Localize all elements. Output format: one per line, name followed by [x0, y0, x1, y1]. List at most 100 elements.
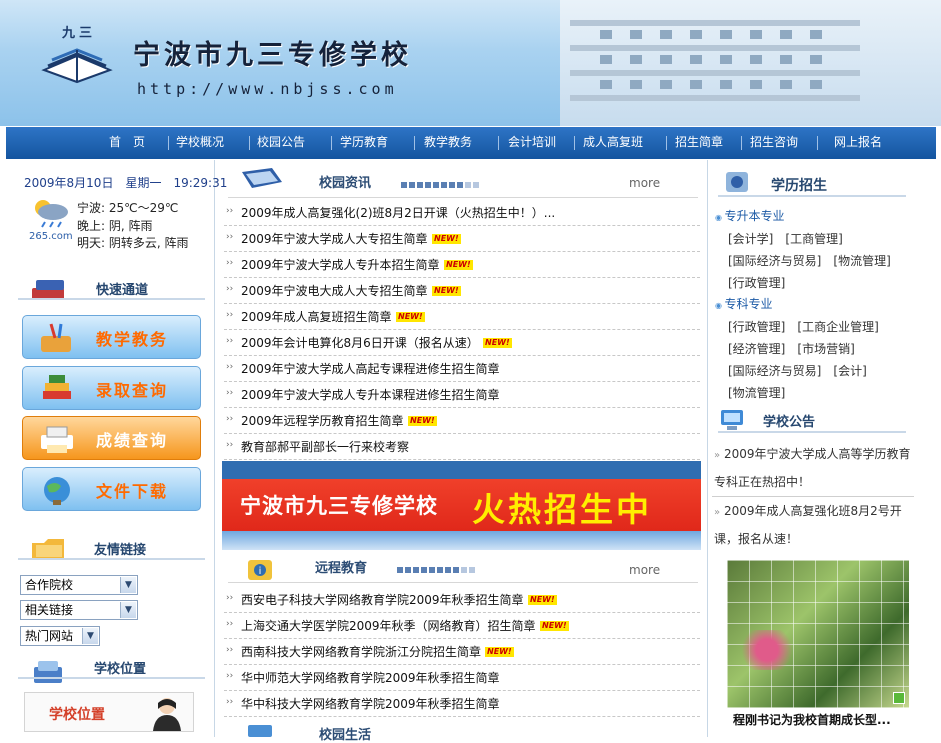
- quick-score-query-button[interactable]: 成绩查询: [22, 416, 201, 460]
- bullet-icon: ››: [226, 206, 234, 216]
- major-link-business[interactable]: [工商管理]: [785, 232, 842, 246]
- school-building-image: [560, 0, 941, 126]
- news-row[interactable]: ›› 2009年宁波大学成人高起专课程进修生招生简章: [224, 356, 700, 382]
- major-link-trade[interactable]: [国际经济与贸易]: [728, 254, 821, 268]
- quick-file-download-button[interactable]: 文件下载: [22, 467, 201, 511]
- school-location-label: 学校位置: [49, 707, 105, 723]
- major-link-economics[interactable]: [经济管理]: [728, 342, 785, 356]
- bullet-icon: ››: [226, 697, 234, 707]
- site-url[interactable]: http://www.nbjss.com: [137, 80, 398, 98]
- divider: [712, 496, 914, 497]
- news-link[interactable]: 2009年成人高复强化(2)班8月2日开课（火热招生中！）...: [241, 204, 555, 221]
- news-link[interactable]: 2009年宁波大学成人高起专课程进修生招生简章: [241, 360, 500, 377]
- news-link[interactable]: 2009年远程学历教育招生简章: [241, 412, 404, 429]
- admission-banner[interactable]: 宁波市九三专修学校 火热招生中: [222, 461, 701, 550]
- major-link-marketing[interactable]: [市场营销]: [797, 342, 854, 356]
- nav-online-register[interactable]: 网上报名: [834, 127, 882, 159]
- news-more-link[interactable]: more: [629, 176, 660, 190]
- popular-sites-value: 热门网站: [25, 629, 74, 643]
- school-location-title: 学校位置: [94, 662, 147, 677]
- news-link[interactable]: 2009年宁波大学成人专升本招生简章: [241, 256, 440, 273]
- divider: [18, 298, 205, 300]
- news-row[interactable]: ›› 2009年宁波大学成人大专招生简章 NEW!: [224, 226, 700, 252]
- campus-life-icon: [248, 725, 272, 737]
- major-link-trade-2[interactable]: [国际经济与贸易]: [728, 364, 821, 378]
- major-link-logistics-2[interactable]: [物流管理]: [728, 386, 785, 400]
- news-row[interactable]: ›› 2009年宁波电大成人大专招生简章 NEW!: [224, 278, 700, 304]
- partner-schools-select[interactable]: 合作院校 ▼: [20, 575, 138, 595]
- upgrade-major-category[interactable]: ◉ 专升本专业: [715, 207, 785, 224]
- new-badge: NEW!: [540, 621, 569, 631]
- nav-adult-review[interactable]: 成人高复班: [583, 127, 643, 159]
- news-link[interactable]: 2009年成人高复班招生简章: [241, 308, 392, 325]
- major-link-enterprise[interactable]: [工商企业管理]: [797, 320, 878, 334]
- news-row[interactable]: ›› 2009年宁波大学成人专升本招生简章 NEW!: [224, 252, 700, 278]
- major-link-administration-2[interactable]: [行政管理]: [728, 320, 785, 334]
- divider: [18, 677, 205, 679]
- news-row[interactable]: ›› 2009年会计电算化8月6日开课（报名从速） NEW!: [224, 330, 700, 356]
- news-link[interactable]: 2009年会计电算化8月6日开课（报名从速）: [241, 334, 479, 351]
- news-row[interactable]: ›› 上海交通大学医学院2009年秋季（网络教育）招生简章 NEW!: [224, 613, 700, 639]
- school-location-button[interactable]: 学校位置: [24, 692, 194, 732]
- news-link[interactable]: 上海交通大学医学院2009年秋季（网络教育）招生简章: [241, 617, 536, 634]
- new-badge: NEW!: [485, 647, 514, 657]
- notice-item[interactable]: » 2009年成人高复强化班8月2号开课，报名从速！: [714, 498, 912, 553]
- news-row[interactable]: ›› 西南科技大学网络教育学院浙江分院招生简章 NEW!: [224, 639, 700, 665]
- new-badge: NEW!: [528, 595, 557, 605]
- nav-teaching[interactable]: 教学教务: [424, 127, 472, 159]
- nav-accounting[interactable]: 会计培训: [508, 127, 556, 159]
- divider: [718, 195, 906, 197]
- nav-degree[interactable]: 学历教育: [340, 127, 388, 159]
- photo-caption[interactable]: 程刚书记为我校首期成长型...: [733, 711, 891, 728]
- partner-schools-value: 合作院校: [25, 578, 74, 592]
- news-link[interactable]: 西安电子科技大学网络教育学院2009年秋季招生简章: [241, 591, 524, 608]
- new-badge: NEW!: [396, 312, 425, 322]
- remote-more-link[interactable]: more: [629, 563, 660, 577]
- weather-brand[interactable]: 265.com: [29, 231, 73, 242]
- photo-pager-icon[interactable]: [893, 692, 905, 704]
- info-board-icon: i: [248, 560, 272, 580]
- chevron-down-icon[interactable]: ▼: [120, 602, 136, 618]
- nav-consult[interactable]: 招生咨询: [750, 127, 798, 159]
- bullet-icon: ››: [226, 232, 234, 242]
- upgrade-major-label: 专升本专业: [724, 209, 785, 223]
- nav-home[interactable]: 首 页: [109, 127, 145, 159]
- news-row[interactable]: ›› 2009年成人高复强化(2)班8月2日开课（火热招生中！）...: [224, 200, 700, 226]
- nav-admission-guide[interactable]: 招生简章: [675, 127, 723, 159]
- college-major-category[interactable]: ◉ 专科专业: [715, 295, 773, 312]
- news-link[interactable]: 2009年宁波大学成人大专招生简章: [241, 230, 428, 247]
- news-link[interactable]: 教育部郝平副部长一行来校考察: [241, 438, 409, 455]
- news-link[interactable]: 西南科技大学网络教育学院浙江分院招生简章: [241, 643, 481, 660]
- nav-about[interactable]: 学校概况: [176, 127, 224, 159]
- major-link-accounting-2[interactable]: [会计]: [833, 364, 866, 378]
- chevron-down-icon[interactable]: ▼: [120, 577, 136, 593]
- news-row[interactable]: ›› 2009年宁波大学成人专升本课程进修生招生简章: [224, 382, 700, 408]
- receptionist-avatar: [153, 698, 181, 731]
- news-row[interactable]: ›› 华中师范大学网络教育学院2009年秋季招生简章: [224, 665, 700, 691]
- news-row[interactable]: ›› 西安电子科技大学网络教育学院2009年秋季招生简章 NEW!: [224, 587, 700, 613]
- popular-sites-select[interactable]: 热门网站 ▼: [20, 626, 100, 646]
- news-link[interactable]: 华中师范大学网络教育学院2009年秋季招生简章: [241, 669, 500, 686]
- news-link[interactable]: 华中科技大学网络教育学院2009年秋季招生简章: [241, 695, 500, 712]
- quick-teaching-button[interactable]: 教学教务: [22, 315, 201, 359]
- bullet-icon: ››: [226, 414, 234, 424]
- computer-icon: [721, 410, 743, 430]
- news-row[interactable]: ›› 2009年成人高复班招生简章 NEW!: [224, 304, 700, 330]
- news-link[interactable]: 2009年宁波大学成人专升本课程进修生招生简章: [241, 386, 500, 403]
- news-monitor-icon: [242, 168, 282, 188]
- major-link-accounting[interactable]: [会计学]: [728, 232, 773, 246]
- news-link[interactable]: 2009年宁波电大成人大专招生简章: [241, 282, 428, 299]
- notice-item[interactable]: » 2009年宁波大学成人高等学历教育专科正在热招中！: [714, 441, 912, 496]
- nav-notices[interactable]: 校园公告: [257, 127, 305, 159]
- news-row[interactable]: ›› 教育部郝平副部长一行来校考察: [224, 434, 700, 460]
- related-links-select[interactable]: 相关链接 ▼: [20, 600, 138, 620]
- major-link-administration[interactable]: [行政管理]: [728, 276, 785, 290]
- bullet-icon: ››: [226, 284, 234, 294]
- quick-admission-query-button[interactable]: 录取查询: [22, 366, 201, 410]
- chevron-down-icon[interactable]: ▼: [82, 628, 98, 644]
- campus-photo[interactable]: [727, 560, 909, 708]
- news-row[interactable]: ›› 2009年远程学历教育招生简章 NEW!: [224, 408, 700, 434]
- major-link-logistics[interactable]: [物流管理]: [833, 254, 890, 268]
- news-row[interactable]: ›› 华中科技大学网络教育学院2009年秋季招生简章: [224, 691, 700, 717]
- college-major-label: 专科专业: [724, 297, 773, 311]
